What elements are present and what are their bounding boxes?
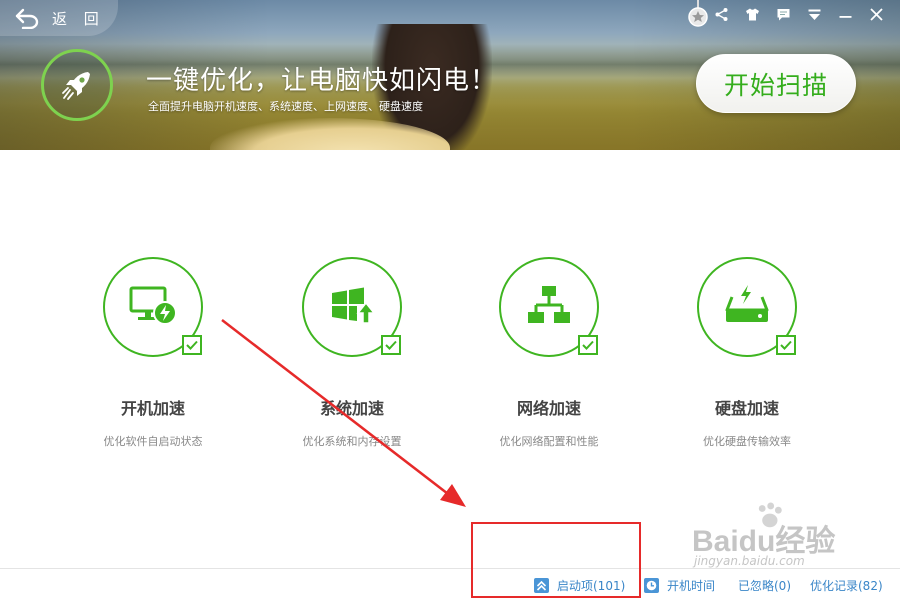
- skin-button[interactable]: [737, 0, 768, 28]
- checkmark-icon: [385, 340, 397, 350]
- feature-network-circle[interactable]: [499, 257, 599, 357]
- startup-items-link[interactable]: 启动项(101): [534, 577, 625, 594]
- rocket-icon: [62, 72, 90, 100]
- status-bar: 启动项(101) 开机时间 已忽略(0) 优化记录(82): [0, 568, 900, 600]
- feature-title: 硬盘加速: [714, 399, 779, 418]
- rocket-logo: [41, 49, 113, 121]
- checkmark-icon: [186, 340, 198, 350]
- history-label: 优化记录(82): [810, 579, 883, 593]
- window-controls: [706, 0, 892, 28]
- banner-title: 一键优化，让电脑快如闪电！: [146, 66, 498, 96]
- menu-icon: [808, 9, 821, 20]
- history-link[interactable]: 优化记录(82): [810, 577, 883, 594]
- back-arrow-icon: [15, 8, 39, 29]
- feature-network-boost: 网络加速 优化网络配置和性能: [449, 257, 649, 449]
- network-icon: [528, 286, 570, 323]
- feature-startup-boost: 开机加速 优化软件自启动状态: [53, 257, 253, 449]
- checkmark-icon: [582, 340, 594, 350]
- clock-icon: [644, 578, 659, 593]
- back-label: 返 回: [52, 9, 105, 28]
- banner-subtitle: 全面提升电脑开机速度、系统速度、上网速度、硬盘速度: [148, 100, 423, 113]
- feature-system-checkbox[interactable]: [381, 335, 401, 355]
- close-icon: [870, 7, 883, 21]
- boot-time-label: 开机时间: [667, 579, 716, 593]
- message-icon: [777, 8, 790, 20]
- feature-network-checkbox[interactable]: [578, 335, 598, 355]
- feature-startup-circle[interactable]: [103, 257, 203, 357]
- boot-time-link[interactable]: 开机时间: [644, 577, 715, 594]
- tshirt-icon: [746, 8, 759, 20]
- feature-title: 开机加速: [120, 399, 185, 418]
- baidu-watermark: Baidu经验 jingyan.baidu.com: [692, 500, 882, 570]
- menu-button[interactable]: [799, 0, 830, 28]
- close-button[interactable]: [861, 0, 892, 28]
- minimize-icon: [839, 15, 852, 18]
- feature-desc: 优化系统和内存设置: [302, 435, 402, 448]
- paw-icon: [758, 502, 782, 528]
- feature-desc: 优化软件自启动状态: [103, 435, 203, 448]
- feature-desc: 优化网络配置和性能: [499, 435, 599, 448]
- startup-items-label: 启动项(101): [557, 579, 626, 593]
- watermark-url: jingyan.baidu.com: [694, 554, 805, 568]
- feature-system-circle[interactable]: [302, 257, 402, 357]
- feature-desc: 优化硬盘传输效率: [703, 435, 791, 448]
- share-button[interactable]: [706, 0, 737, 28]
- ignored-link[interactable]: 已忽略(0): [738, 577, 791, 594]
- start-scan-button[interactable]: 开始扫描: [696, 54, 856, 113]
- disk-icon: [725, 285, 769, 322]
- windows-upgrade-icon: [332, 287, 376, 324]
- minimize-button[interactable]: [830, 0, 861, 28]
- message-button[interactable]: [768, 0, 799, 28]
- ignored-label: 已忽略(0): [738, 579, 791, 593]
- monitor-bolt-icon: [129, 286, 177, 325]
- share-icon: [715, 7, 728, 21]
- feature-disk-circle[interactable]: [697, 257, 797, 357]
- feature-startup-checkbox[interactable]: [182, 335, 202, 355]
- feature-disk-checkbox[interactable]: [776, 335, 796, 355]
- feature-title: 系统加速: [319, 399, 384, 418]
- feature-system-boost: 系统加速 优化系统和内存设置: [252, 257, 452, 449]
- double-chevron-up-icon: [534, 578, 549, 593]
- back-button[interactable]: 返 回: [0, 0, 118, 36]
- feature-disk-boost: 硬盘加速 优化硬盘传输效率: [647, 257, 847, 449]
- watermark-text: Baidu经验: [692, 525, 836, 558]
- checkmark-icon: [780, 340, 792, 350]
- feature-title: 网络加速: [516, 399, 581, 418]
